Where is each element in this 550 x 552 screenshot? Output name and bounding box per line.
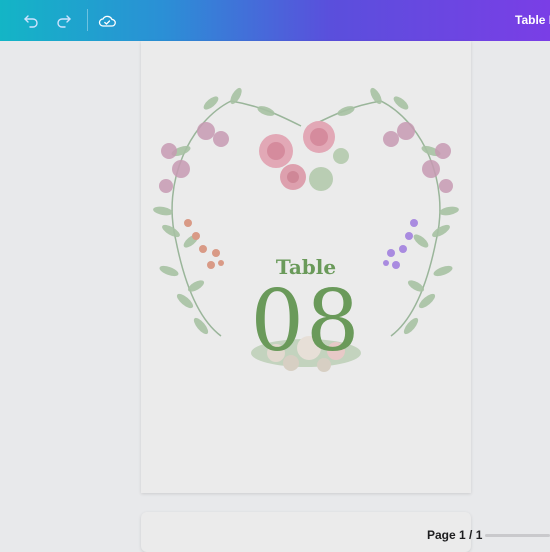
top-toolbar: Table N — [0, 0, 550, 41]
table-number[interactable]: 08 — [141, 271, 471, 371]
editor-footer: Page 1 / 1 — [0, 520, 550, 550]
save-status-button[interactable] — [96, 10, 118, 32]
undo-button[interactable] — [20, 10, 42, 32]
cloud-check-icon — [98, 15, 116, 27]
redo-button[interactable] — [53, 10, 75, 32]
design-page[interactable]: Table 08 — [141, 41, 471, 493]
page-indicator[interactable]: Page 1 / 1 — [427, 528, 482, 542]
redo-icon — [57, 15, 71, 28]
rose-cluster-top — [259, 121, 349, 191]
undo-icon — [24, 15, 38, 28]
toolbar-divider — [87, 9, 88, 31]
document-title[interactable]: Table N — [515, 13, 550, 27]
zoom-slider[interactable] — [485, 534, 550, 537]
